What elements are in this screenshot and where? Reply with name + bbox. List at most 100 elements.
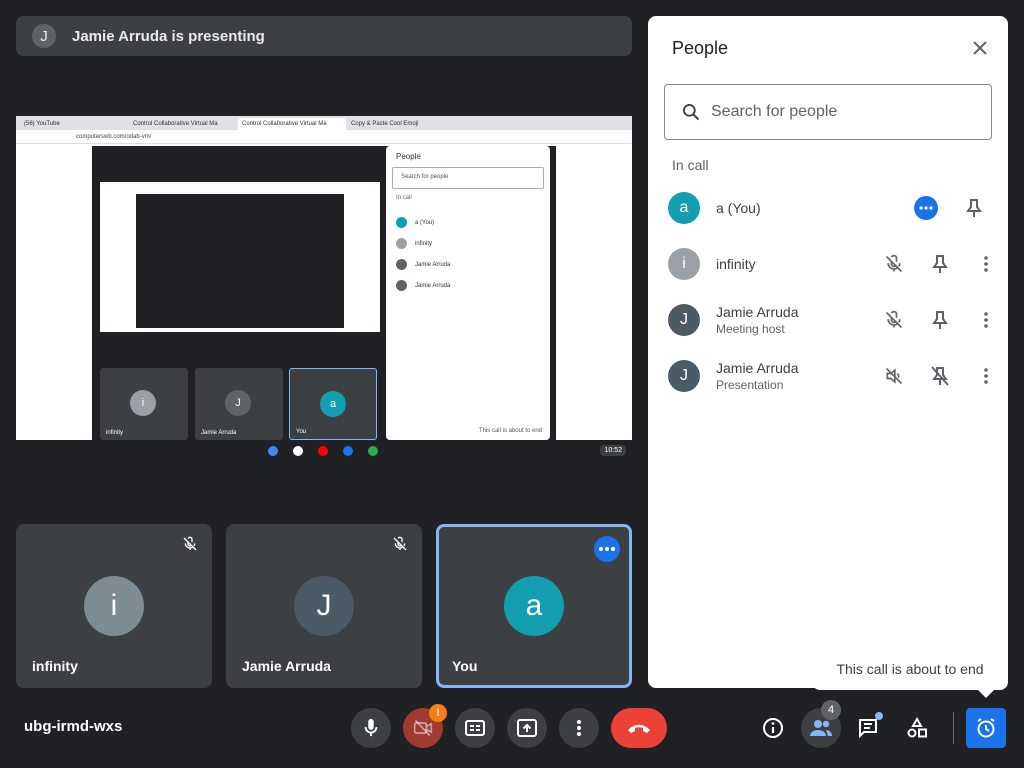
more-options-button[interactable] <box>559 708 599 748</box>
shared-toast: This call is about to end <box>478 428 542 434</box>
mic-button[interactable] <box>351 708 391 748</box>
pin-button[interactable] <box>950 188 998 228</box>
messages-icon <box>343 446 353 456</box>
more-options-button[interactable] <box>594 536 620 562</box>
close-button[interactable] <box>968 36 992 60</box>
shared-tile-avatar: i <box>130 390 156 416</box>
person-name: infinity <box>716 256 756 272</box>
more-options-button[interactable] <box>974 356 998 396</box>
person-row[interactable]: J Jamie Arruda Presentation <box>668 356 998 396</box>
pin-button[interactable] <box>928 300 952 340</box>
shared-tile: a You <box>289 368 377 440</box>
meeting-code: ubg-irmd-wxs <box>24 718 123 735</box>
shared-tile-avatar: a <box>320 391 346 417</box>
more-options-button[interactable] <box>974 300 998 340</box>
person-row[interactable]: i infinity <box>668 244 998 284</box>
shared-panel-row: Jamie Arruda <box>396 259 540 270</box>
people-search[interactable] <box>664 84 992 140</box>
call-ending-tooltip: This call is about to end <box>812 648 1008 698</box>
avatar: a <box>668 192 700 224</box>
search-input[interactable] <box>711 103 971 121</box>
people-icon <box>810 720 832 736</box>
shared-panel-row-name: infinity <box>415 240 433 247</box>
shared-tile-name: Jamie Arruda <box>201 430 237 436</box>
alarm-icon <box>977 718 995 738</box>
photos-icon <box>368 446 378 456</box>
presenter-avatar: J <box>32 24 56 48</box>
more-options-button[interactable] <box>974 244 998 284</box>
avatar: a <box>504 576 564 636</box>
more-vert-icon <box>984 312 988 328</box>
captions-icon <box>465 720 485 736</box>
more-options-button[interactable] <box>902 188 950 228</box>
shared-panel-row: a (You) <box>396 217 540 228</box>
shared-tile-name: You <box>296 429 307 435</box>
people-panel: People In call a a (You) i infinity J <box>648 16 1008 688</box>
shared-tile-name: infinity <box>106 430 124 436</box>
more-horiz-icon <box>599 547 615 551</box>
shared-tile: J Jamie Arruda <box>195 368 283 440</box>
pin-button[interactable] <box>928 244 952 284</box>
pin-off-button[interactable] <box>928 356 952 396</box>
info-icon <box>763 718 783 738</box>
mic-off-icon <box>180 534 200 554</box>
participant-name: You <box>452 658 478 674</box>
nested-shared-screen <box>100 182 380 332</box>
shared-panel-row-name: Jamie Arruda <box>415 261 451 268</box>
mic-off-icon <box>390 534 410 554</box>
shared-tab: Copy & Paste Cool Emoji <box>347 118 455 130</box>
shared-panel-row-name: Jamie Arruda <box>415 282 451 289</box>
shared-panel-row: infinity <box>396 238 540 249</box>
shared-taskbar: 10:52 <box>16 440 632 462</box>
person-row[interactable]: J Jamie Arruda Meeting host <box>668 300 998 340</box>
leave-call-button[interactable] <box>611 708 667 748</box>
person-row[interactable]: a a (You) <box>668 188 998 228</box>
shared-tab: Control Collaborative Virtual Ma <box>129 118 237 130</box>
mic-icon <box>364 718 378 737</box>
panel-title: People <box>672 38 729 58</box>
shared-panel-row-name: a (You) <box>415 219 435 226</box>
person-name: Jamie Arruda <box>716 360 799 376</box>
participant-tile-infinity[interactable]: i infinity <box>16 524 212 688</box>
participant-tile-jamie[interactable]: J Jamie Arruda <box>226 524 422 688</box>
meeting-details-button[interactable] <box>753 708 793 748</box>
avatar: i <box>668 248 700 280</box>
chat-button[interactable] <box>849 708 889 748</box>
camera-warning-badge: ! <box>429 704 447 722</box>
shared-tab: Control Collaborative Virtual Ma <box>238 118 346 130</box>
pin-off-icon <box>931 366 949 386</box>
toolbar-divider <box>953 712 954 744</box>
more-vert-icon <box>984 256 988 272</box>
people-count-badge: 4 <box>821 700 841 720</box>
more-horiz-icon <box>919 206 933 210</box>
avatar: J <box>294 576 354 636</box>
shared-panel-search: Search for people <box>392 167 544 189</box>
participant-name: infinity <box>32 658 78 674</box>
call-end-icon <box>628 724 650 733</box>
shared-panel-title: People <box>396 152 421 161</box>
participant-tile-you[interactable]: a You <box>436 524 632 688</box>
captions-button[interactable] <box>455 708 495 748</box>
people-button[interactable]: 4 <box>801 700 841 748</box>
pin-icon <box>966 199 982 217</box>
present-button[interactable] <box>507 708 547 748</box>
search-icon <box>683 104 700 121</box>
camera-button[interactable]: ! <box>403 704 447 748</box>
avatar: i <box>84 576 144 636</box>
activities-button[interactable] <box>897 708 937 748</box>
volume-off-icon <box>870 356 918 396</box>
participant-name: Jamie Arruda <box>242 658 331 674</box>
shared-panel-row: Jamie Arruda <box>396 280 540 291</box>
more-vert-icon <box>577 720 581 736</box>
presenting-banner: J Jamie Arruda is presenting <box>16 16 632 56</box>
shared-panel-section: In call <box>396 195 412 201</box>
present-icon <box>517 719 537 737</box>
person-name: a (You) <box>716 200 761 216</box>
close-icon <box>973 41 987 55</box>
camera-off-icon <box>413 719 433 737</box>
shared-browser-tabs: (56) YouTube Control Collaborative Virtu… <box>16 116 632 130</box>
section-in-call: In call <box>672 157 709 173</box>
more-vert-icon <box>984 368 988 384</box>
shared-tab: (56) YouTube <box>20 118 128 130</box>
timer-button[interactable] <box>966 708 1006 748</box>
